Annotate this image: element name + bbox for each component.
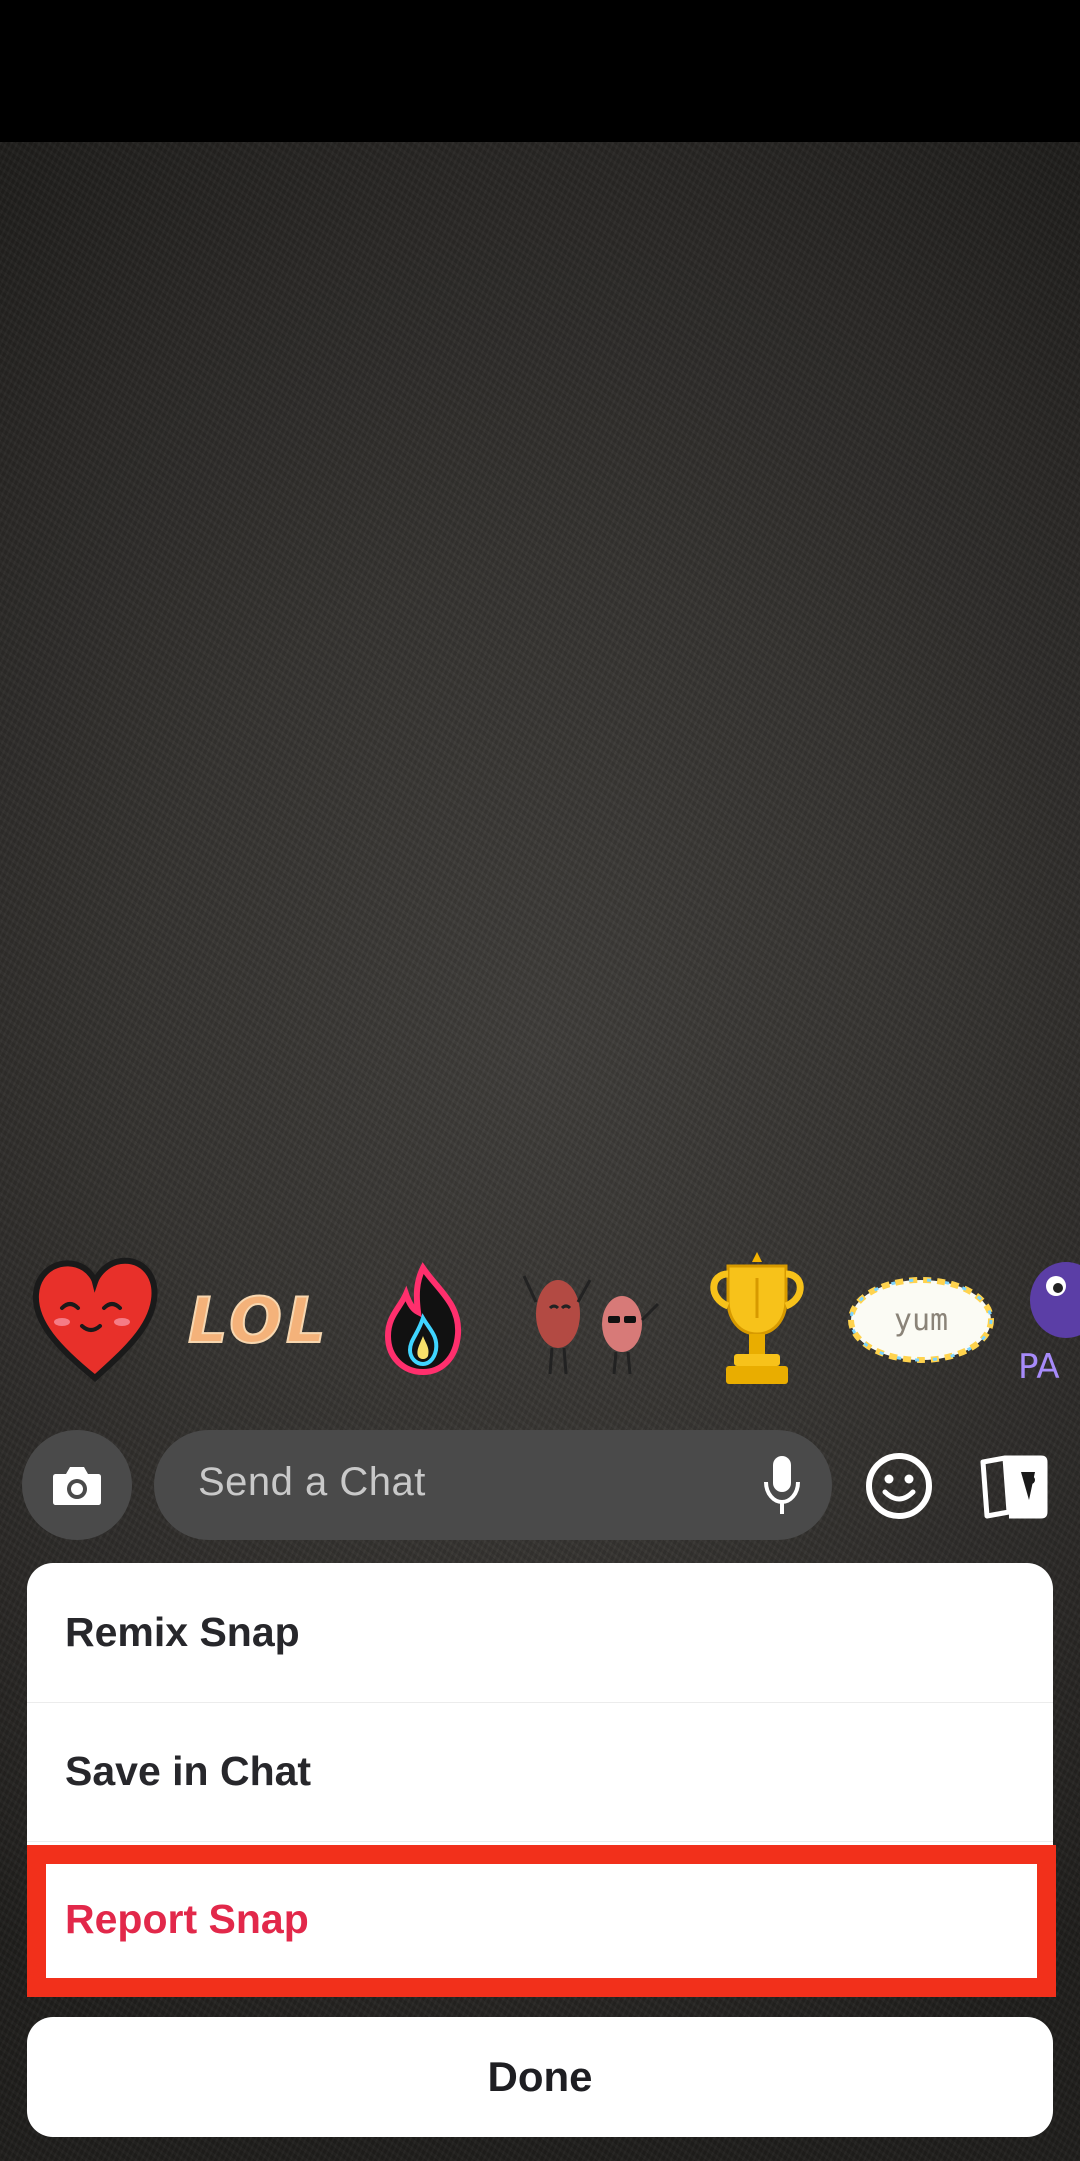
chat-bar: Send a Chat: [0, 1430, 1080, 1540]
report-snap-option[interactable]: Report Snap: [27, 1841, 1053, 1996]
chat-placeholder: Send a Chat: [198, 1460, 426, 1504]
microphone-icon[interactable]: [762, 1454, 802, 1516]
chat-input[interactable]: Send a Chat: [154, 1430, 832, 1540]
svg-text:yum: yum: [894, 1303, 948, 1338]
quick-sticker-row: LOL yum PA: [0, 1240, 1080, 1400]
lol-sticker[interactable]: LOL: [182, 1280, 340, 1360]
remix-snap-option[interactable]: Remix Snap: [27, 1563, 1053, 1701]
camera-icon: [53, 1467, 101, 1505]
snap-viewer-screen: LOL yum PA Send a Chat Remix Snap Save i…: [0, 0, 1080, 2161]
svg-text:LOL: LOL: [188, 1284, 330, 1357]
fire-sticker[interactable]: [378, 1260, 468, 1378]
status-bar: [0, 0, 1080, 142]
svg-text:PA: PA: [1018, 1347, 1060, 1386]
smiley-icon[interactable]: [865, 1452, 933, 1520]
beans-sticker[interactable]: [518, 1262, 666, 1382]
yum-sticker[interactable]: yum: [846, 1270, 996, 1370]
trophy-sticker[interactable]: [704, 1248, 810, 1390]
heart-sticker[interactable]: [28, 1250, 162, 1385]
done-button[interactable]: Done: [27, 2017, 1053, 2137]
camera-button[interactable]: [22, 1430, 132, 1540]
cards-icon[interactable]: [975, 1450, 1051, 1522]
party-sticker[interactable]: PA: [1016, 1256, 1080, 1386]
save-in-chat-option[interactable]: Save in Chat: [27, 1702, 1053, 1840]
snap-action-sheet: Remix Snap Save in Chat Report Snap: [27, 1563, 1053, 1996]
